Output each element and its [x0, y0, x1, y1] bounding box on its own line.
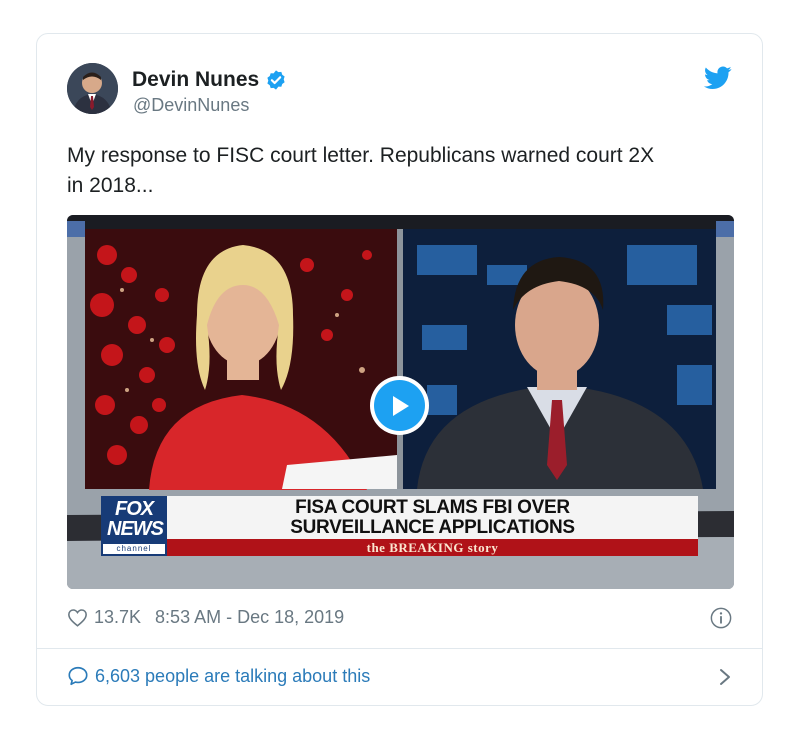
embedded-tweet-card[interactable]: Devin Nunes @DevinNunes My response to F… — [36, 33, 763, 706]
tweet-timestamp[interactable]: 8:53 AM - Dec 18, 2019 — [155, 607, 344, 628]
logo-news-text: NEWS — [107, 518, 164, 540]
tweet-text: My response to FISC court letter. Republ… — [67, 141, 747, 201]
news-chyron: FOX NEWS channel FISA COURT SLAMS FBI OV… — [101, 496, 698, 556]
heart-icon[interactable] — [67, 608, 88, 627]
tweet-text-line-2: in 2018... — [67, 174, 154, 197]
chyron-breaking-banner: the BREAKING story — [167, 539, 698, 556]
conversation-link[interactable]: 6,603 people are talking about this — [67, 665, 370, 687]
chyron-headline: FISA COURT SLAMS FBI OVER SURVEILLANCE A… — [167, 496, 698, 539]
card-divider — [37, 648, 762, 649]
video-thumbnail[interactable]: FOX NEWS channel FISA COURT SLAMS FBI OV… — [67, 215, 734, 589]
twitter-bird-icon[interactable] — [704, 66, 732, 90]
conversation-text[interactable]: 6,603 people are talking about this — [95, 666, 370, 687]
tweet-meta: 13.7K 8:53 AM - Dec 18, 2019 — [67, 607, 344, 628]
logo-channel-text: channel — [103, 544, 165, 554]
chyron-line-2: SURVEILLANCE APPLICATIONS — [290, 517, 575, 538]
play-button[interactable] — [370, 376, 429, 435]
like-count[interactable]: 13.7K — [94, 607, 141, 628]
speech-bubble-icon — [68, 666, 88, 686]
chevron-right-icon[interactable] — [718, 667, 732, 687]
fox-news-logo: FOX NEWS channel — [101, 496, 167, 556]
chyron-line-1: FISA COURT SLAMS FBI OVER — [295, 497, 570, 518]
verified-badge-icon — [267, 70, 285, 90]
author-name[interactable]: Devin Nunes — [132, 68, 259, 92]
author-handle[interactable]: @DevinNunes — [133, 95, 249, 116]
play-icon — [392, 395, 409, 416]
tweet-text-line-1: My response to FISC court letter. Republ… — [67, 144, 655, 167]
author-avatar[interactable] — [67, 63, 118, 114]
info-icon[interactable] — [710, 607, 732, 629]
